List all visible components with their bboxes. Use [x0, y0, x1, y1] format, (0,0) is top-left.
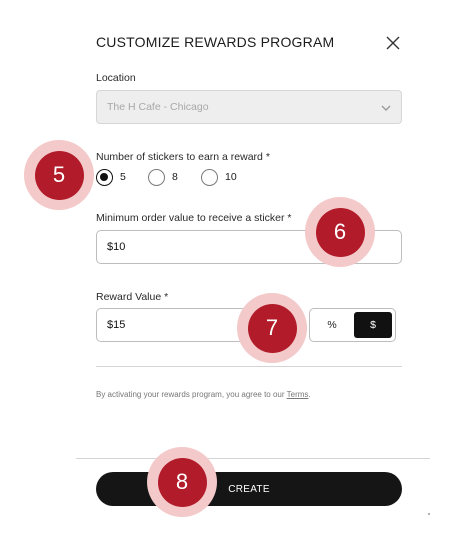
- callout-badge-6: 6: [305, 197, 375, 267]
- stray-dot: [428, 513, 430, 515]
- footer-divider: [76, 458, 430, 459]
- divider: [96, 366, 402, 367]
- dollar-option[interactable]: $: [354, 312, 392, 338]
- callout-badge-8: 8: [147, 447, 217, 517]
- reward-unit-toggle: % $: [309, 308, 396, 342]
- location-label: Location: [96, 72, 136, 84]
- callout-badge-5: 5: [24, 140, 94, 210]
- stickers-label: Number of stickers to earn a reward *: [96, 151, 270, 163]
- min-order-label: Minimum order value to receive a sticker…: [96, 212, 292, 224]
- reward-value-value: $15: [107, 319, 126, 331]
- terms-link[interactable]: Terms: [287, 390, 309, 399]
- stickers-option-10[interactable]: 10: [201, 166, 237, 188]
- modal-title: CUSTOMIZE REWARDS PROGRAM: [96, 34, 335, 50]
- radio-selected-icon: [96, 168, 113, 186]
- min-order-value: $10: [107, 241, 126, 253]
- location-value: The H Cafe - Chicago: [107, 101, 209, 113]
- close-icon[interactable]: [384, 34, 402, 52]
- radio-unselected-icon: [201, 168, 218, 186]
- terms-text: By activating your rewards program, you …: [96, 390, 311, 399]
- reward-value-label: Reward Value *: [96, 291, 169, 303]
- create-button[interactable]: CREATE: [96, 472, 402, 506]
- stickers-radio-group: 5 8 10: [96, 166, 356, 188]
- location-select[interactable]: The H Cafe - Chicago: [96, 90, 402, 124]
- stickers-option-5[interactable]: 5: [96, 166, 126, 188]
- percent-option[interactable]: %: [313, 312, 351, 338]
- stickers-option-8[interactable]: 8: [148, 166, 178, 188]
- radio-unselected-icon: [148, 168, 165, 186]
- callout-badge-7: 7: [237, 293, 307, 363]
- chevron-down-icon: [381, 105, 391, 111]
